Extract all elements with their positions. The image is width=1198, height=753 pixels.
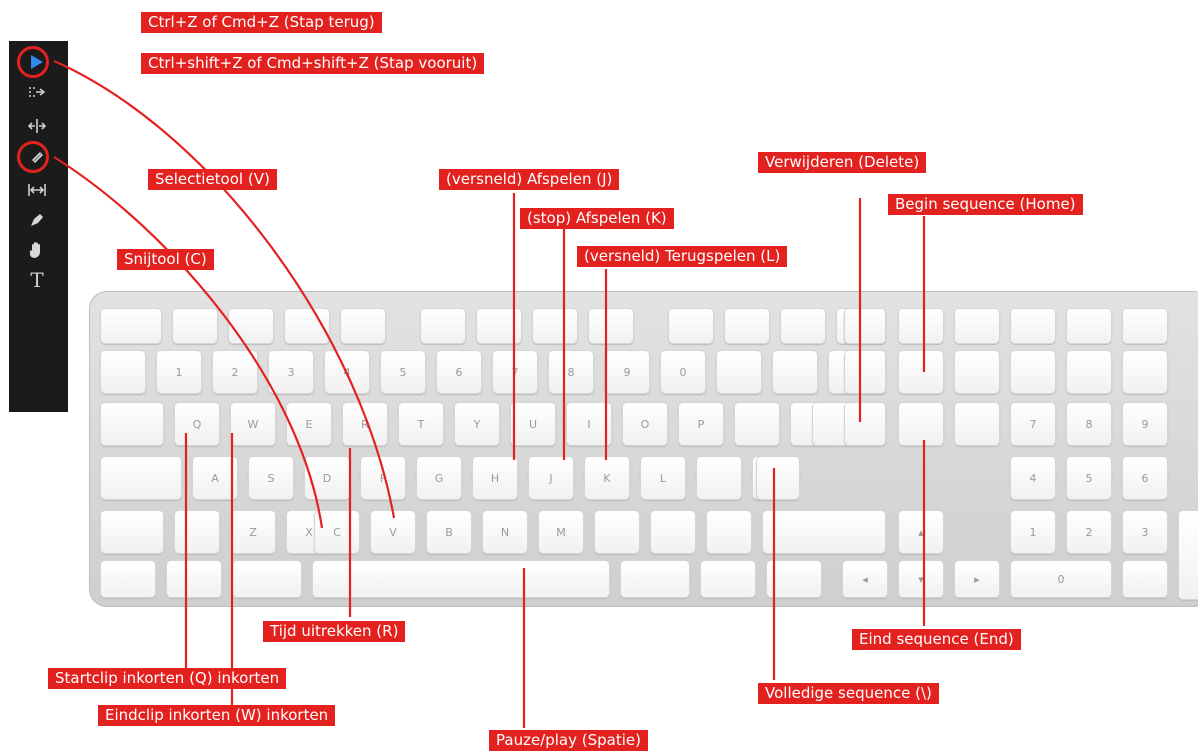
stop-label: (stop) Afspelen (K) bbox=[520, 208, 674, 229]
reverse-fast-label: (versneld) Terugspelen (L) bbox=[577, 246, 788, 267]
razor-tool-label: Snijtool (C) bbox=[117, 249, 214, 270]
razor-connector bbox=[53, 156, 324, 529]
trim-end-label: Eindclip inkorten (W) inkorten bbox=[98, 705, 336, 726]
delete-label: Verwijderen (Delete) bbox=[758, 152, 927, 173]
play-fast-label: (versneld) Afspelen (J) bbox=[439, 169, 620, 190]
undo-label: Ctrl+Z of Cmd+Z (Stap terug) bbox=[141, 12, 382, 33]
home-label: Begin sequence (Home) bbox=[888, 194, 1083, 215]
play-pause-label: Pauze/play (Spatie) bbox=[489, 730, 648, 751]
trim-start-label: Startclip inkorten (Q) inkorten bbox=[48, 668, 287, 689]
rate-stretch-label: Tijd uitrekken (R) bbox=[263, 621, 406, 642]
selection-connector bbox=[53, 59, 396, 519]
selection-tool-label: Selectietool (V) bbox=[148, 169, 277, 190]
full-sequence-label: Volledige sequence (\) bbox=[758, 683, 939, 704]
redo-label: Ctrl+shift+Z of Cmd+shift+Z (Stap voorui… bbox=[141, 53, 485, 74]
end-label: Eind sequence (End) bbox=[852, 629, 1021, 650]
